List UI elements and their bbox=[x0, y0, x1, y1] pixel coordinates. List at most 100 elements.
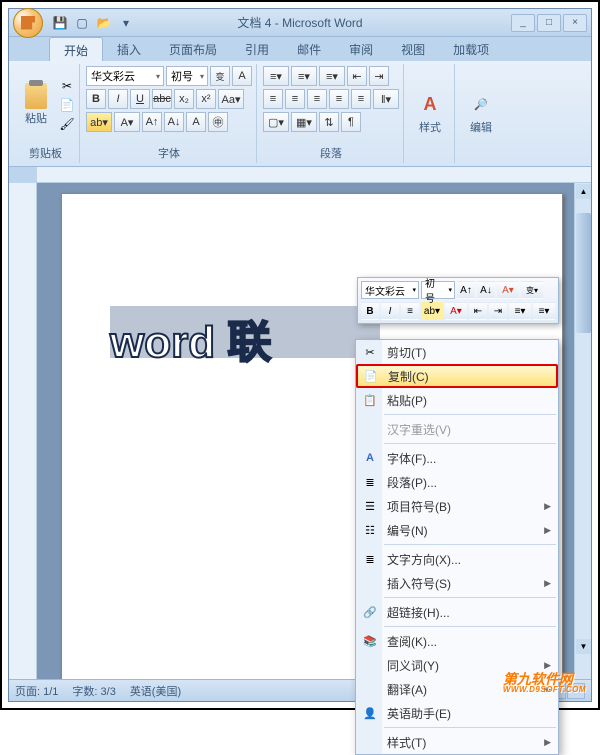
font-size-combo[interactable]: 初号 bbox=[166, 66, 208, 86]
numbering-button[interactable]: ≡▾ bbox=[291, 66, 317, 86]
borders-button[interactable]: ▦▾ bbox=[291, 112, 317, 132]
grow-font-button[interactable]: A↑ bbox=[142, 112, 162, 132]
group-font: 华文彩云 初号 变 A B I U abc x₂ x² Aa▾ ab▾ A▾ bbox=[82, 64, 257, 163]
line-spacing-button[interactable]: ‖▾ bbox=[373, 89, 399, 109]
cut-icon[interactable]: ✂ bbox=[59, 78, 75, 94]
sort-button[interactable]: ⇅ bbox=[319, 112, 339, 132]
open-icon[interactable]: 📂 bbox=[95, 14, 113, 32]
ctx-lookup[interactable]: 📚 查阅(K)... bbox=[356, 629, 558, 653]
ctx-font[interactable]: A 字体(F)... bbox=[356, 446, 558, 470]
justify-button[interactable]: ≡ bbox=[329, 89, 349, 109]
tab-addins[interactable]: 加载项 bbox=[439, 37, 503, 61]
show-marks-button[interactable]: ¶ bbox=[341, 112, 361, 132]
bullets-button[interactable]: ≡▾ bbox=[263, 66, 289, 86]
increase-indent-button[interactable]: ⇥ bbox=[369, 66, 389, 86]
vertical-ruler[interactable] bbox=[9, 183, 37, 695]
ctx-cut[interactable]: ✂ 剪切(T) bbox=[356, 340, 558, 364]
ctx-numbering[interactable]: ☷ 编号(N) ▶ bbox=[356, 518, 558, 542]
ctx-paste[interactable]: 📋 粘贴(P) bbox=[356, 388, 558, 412]
mini-numbering[interactable]: ≡▾ bbox=[533, 302, 555, 320]
paste-icon: 📋 bbox=[361, 391, 379, 409]
subscript-button[interactable]: x₂ bbox=[174, 89, 194, 109]
separator bbox=[384, 544, 556, 545]
ctx-styles[interactable]: 样式(T) ▶ bbox=[356, 730, 558, 754]
close-button[interactable]: × bbox=[563, 14, 587, 32]
chevron-right-icon: ▶ bbox=[544, 525, 551, 536]
align-right-button[interactable]: ≡ bbox=[307, 89, 327, 109]
scroll-thumb[interactable] bbox=[576, 213, 591, 333]
decrease-indent-button[interactable]: ⇤ bbox=[347, 66, 367, 86]
minimize-button[interactable]: _ bbox=[511, 14, 535, 32]
office-button[interactable] bbox=[13, 8, 43, 38]
ctx-paragraph[interactable]: ≣ 段落(P)... bbox=[356, 470, 558, 494]
ctx-bullets[interactable]: ☰ 项目符号(B) ▶ bbox=[356, 494, 558, 518]
language-indicator[interactable]: 英语(美国) bbox=[130, 683, 181, 699]
ctx-text-direction[interactable]: ≣ 文字方向(X)... bbox=[356, 547, 558, 571]
phonetic-guide-button[interactable]: 变 bbox=[210, 66, 230, 86]
multilevel-button[interactable]: ≡▾ bbox=[319, 66, 345, 86]
tab-home[interactable]: 开始 bbox=[49, 37, 103, 61]
mini-bullets[interactable]: ≡▾ bbox=[509, 302, 531, 320]
superscript-button[interactable]: x² bbox=[196, 89, 216, 109]
mini-indent-dec[interactable]: ⇤ bbox=[469, 302, 487, 320]
mini-font-size[interactable]: 初号 bbox=[421, 281, 455, 299]
scroll-up-icon[interactable]: ▲ bbox=[576, 184, 591, 199]
mini-bold[interactable]: B bbox=[361, 302, 379, 320]
numbering-icon: ☷ bbox=[361, 521, 379, 539]
word-count[interactable]: 字数: 3/3 bbox=[72, 683, 115, 699]
ctx-english-assistant[interactable]: 👤 英语助手(E) bbox=[356, 701, 558, 725]
mini-indent-inc[interactable]: ⇥ bbox=[489, 302, 507, 320]
highlight-button[interactable]: A▾ bbox=[114, 112, 140, 132]
mini-italic[interactable]: I bbox=[381, 302, 399, 320]
mini-toolbar: 华文彩云 初号 A↑ A↓ A▾ 变▾ B I ≡ ab▾ A▾ ⇤ ⇥ ≡▾ … bbox=[357, 277, 559, 324]
tab-review[interactable]: 审阅 bbox=[335, 37, 387, 61]
char-border-button[interactable]: A bbox=[232, 66, 252, 86]
shading-button[interactable]: ▢▾ bbox=[263, 112, 289, 132]
mini-grow-font[interactable]: A↑ bbox=[457, 281, 475, 299]
mini-phonetic[interactable]: 变▾ bbox=[521, 281, 543, 299]
mini-shrink-font[interactable]: A↓ bbox=[477, 281, 495, 299]
styles-button[interactable]: A 样式 bbox=[410, 66, 450, 161]
maximize-button[interactable]: □ bbox=[537, 14, 561, 32]
quick-access-toolbar: 💾 ▢ 📂 ▾ bbox=[51, 14, 135, 32]
editing-button[interactable]: 🔎 编辑 bbox=[461, 66, 501, 161]
bold-button[interactable]: B bbox=[86, 89, 106, 109]
underline-button[interactable]: U bbox=[130, 89, 150, 109]
save-icon[interactable]: 💾 bbox=[51, 14, 69, 32]
page-indicator[interactable]: 页面: 1/1 bbox=[15, 683, 58, 699]
mini-center[interactable]: ≡ bbox=[401, 302, 419, 320]
qat-dropdown-icon[interactable]: ▾ bbox=[117, 14, 135, 32]
enclose-button[interactable]: ㊥ bbox=[208, 112, 228, 132]
tab-insert[interactable]: 插入 bbox=[103, 37, 155, 61]
ctx-copy[interactable]: 📄 复制(C) bbox=[356, 364, 558, 388]
clear-format-button[interactable]: ab▾ bbox=[86, 112, 112, 132]
copy-icon[interactable]: 📄 bbox=[59, 97, 75, 113]
align-center-button[interactable]: ≡ bbox=[285, 89, 305, 109]
new-icon[interactable]: ▢ bbox=[73, 14, 91, 32]
change-case-button[interactable]: Aa▾ bbox=[218, 89, 244, 109]
tab-page-layout[interactable]: 页面布局 bbox=[155, 37, 231, 61]
font-name-combo[interactable]: 华文彩云 bbox=[86, 66, 164, 86]
strike-button[interactable]: abc bbox=[152, 89, 172, 109]
paste-button[interactable]: 粘贴 bbox=[16, 66, 56, 143]
format-painter-icon[interactable]: 🖌 bbox=[59, 116, 75, 132]
vertical-scrollbar[interactable]: ▲ ▼ bbox=[574, 183, 591, 695]
horizontal-ruler[interactable] bbox=[37, 167, 591, 183]
document-text[interactable]: word 联 bbox=[110, 306, 271, 370]
tab-view[interactable]: 视图 bbox=[387, 37, 439, 61]
align-left-button[interactable]: ≡ bbox=[263, 89, 283, 109]
mini-font-name[interactable]: 华文彩云 bbox=[361, 281, 419, 299]
distributed-button[interactable]: ≡ bbox=[351, 89, 371, 109]
char-shading-button[interactable]: A bbox=[186, 112, 206, 132]
tab-mail[interactable]: 邮件 bbox=[283, 37, 335, 61]
shrink-font-button[interactable]: A↓ bbox=[164, 112, 184, 132]
group-styles: A 样式 bbox=[406, 64, 455, 163]
italic-button[interactable]: I bbox=[108, 89, 128, 109]
tab-references[interactable]: 引用 bbox=[231, 37, 283, 61]
chevron-right-icon: ▶ bbox=[544, 578, 551, 589]
ctx-insert-symbol[interactable]: 插入符号(S) ▶ bbox=[356, 571, 558, 595]
scroll-down-icon[interactable]: ▼ bbox=[576, 639, 591, 654]
ctx-hyperlink[interactable]: 🔗 超链接(H)... bbox=[356, 600, 558, 624]
mini-styles[interactable]: A▾ bbox=[497, 281, 519, 299]
mini-font-color[interactable]: A▾ bbox=[445, 302, 467, 320]
